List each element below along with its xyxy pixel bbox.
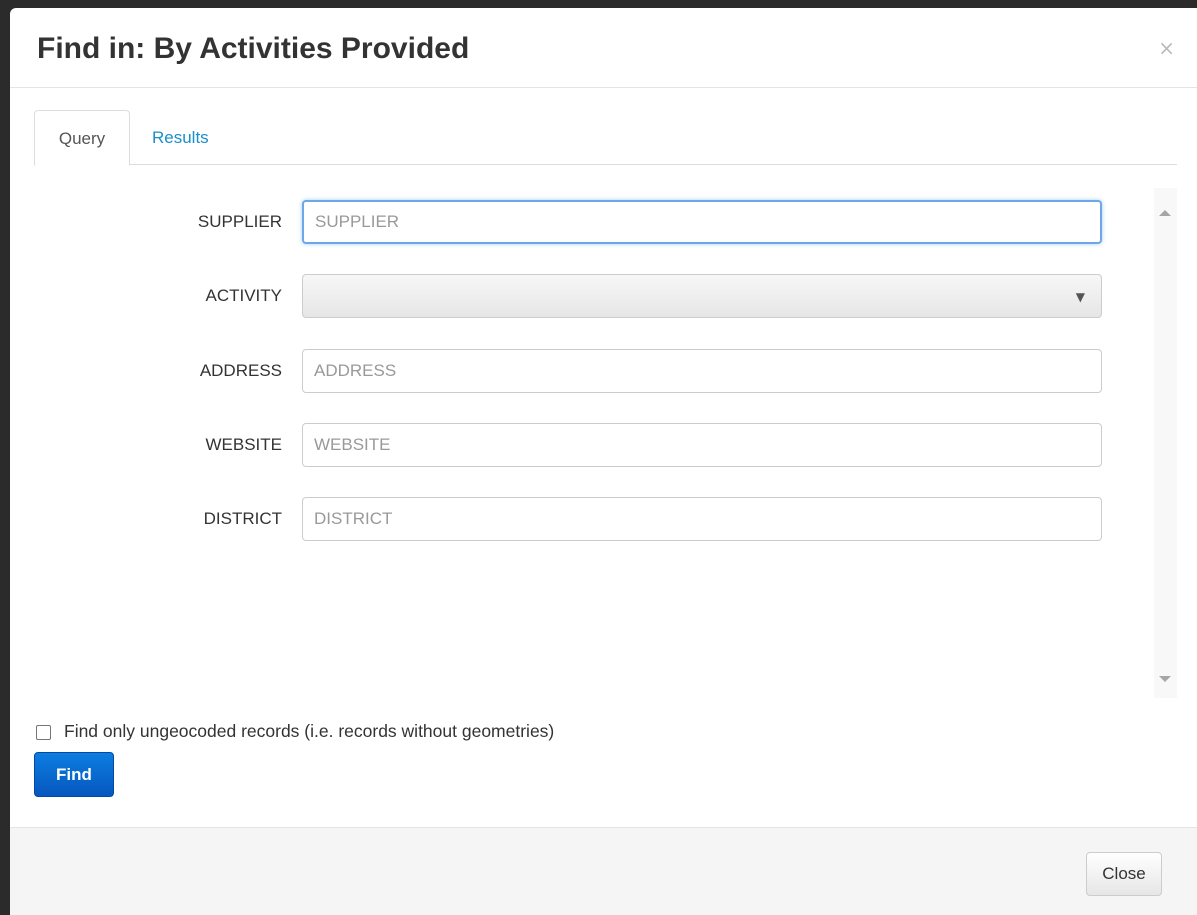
supplier-input[interactable]	[302, 200, 1102, 244]
dialog-footer: Close	[10, 827, 1197, 915]
activity-label: ACTIVITY	[205, 286, 282, 305]
query-form: SUPPLIER ACTIVITY ▼ ADDRESS WEBSITE DIST…	[34, 168, 1177, 708]
close-button[interactable]: Close	[1086, 852, 1162, 896]
tab-results[interactable]: Results	[152, 110, 209, 166]
form-row-supplier: SUPPLIER	[34, 200, 1134, 244]
website-input[interactable]	[302, 423, 1102, 467]
ungeocoded-checkbox[interactable]	[36, 725, 51, 740]
chevron-down-icon: ▼	[1075, 290, 1085, 304]
find-dialog: Find in: By Activities Provided × Query …	[10, 8, 1197, 915]
scroll-down-arrow-icon[interactable]	[1159, 676, 1171, 682]
tab-query[interactable]: Query	[34, 110, 130, 166]
address-input[interactable]	[302, 349, 1102, 393]
website-label: WEBSITE	[205, 435, 282, 454]
address-label: ADDRESS	[199, 361, 282, 380]
form-row-website: WEBSITE	[34, 423, 1134, 467]
district-label: DISTRICT	[203, 509, 282, 528]
ungeocoded-label[interactable]: Find only ungeocoded records (i.e. recor…	[64, 721, 554, 742]
form-row-address: ADDRESS	[34, 349, 1134, 393]
tab-bar: Query Results	[34, 110, 1177, 166]
form-scrollbar[interactable]	[1154, 188, 1177, 698]
dialog-title: Find in: By Activities Provided	[37, 32, 470, 65]
form-row-district: DISTRICT	[34, 497, 1134, 541]
scroll-up-arrow-icon[interactable]	[1159, 210, 1171, 216]
district-input[interactable]	[302, 497, 1102, 541]
supplier-label: SUPPLIER	[197, 212, 282, 231]
activity-select[interactable]: ▼	[302, 274, 1102, 318]
dialog-header: Find in: By Activities Provided ×	[10, 8, 1197, 88]
find-button[interactable]: Find	[34, 752, 114, 797]
form-row-activity: ACTIVITY ▼	[34, 274, 1134, 318]
close-icon[interactable]: ×	[1158, 36, 1175, 60]
